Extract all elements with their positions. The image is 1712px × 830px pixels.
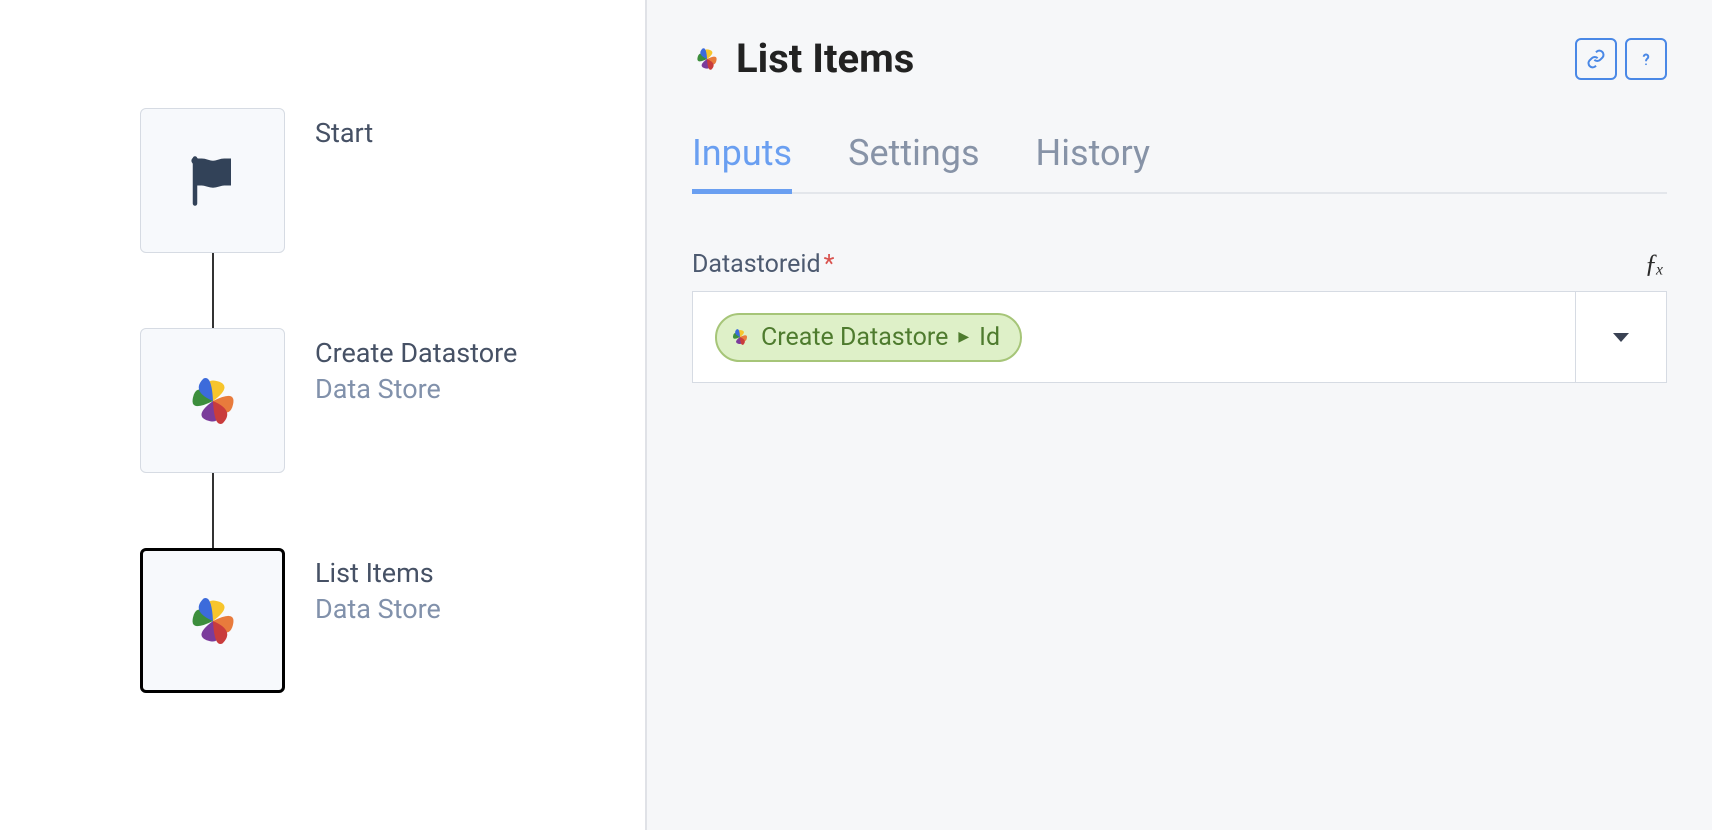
field-label-text: Datastoreid: [692, 250, 821, 279]
flag-icon: [183, 154, 243, 208]
link-icon: [1586, 49, 1606, 69]
details-panel: List Items Inputs Settings History: [645, 0, 1712, 830]
node-title: Create Datastore: [315, 336, 517, 371]
node-labels: List Items Data Store: [315, 548, 441, 625]
flow-node-start[interactable]: Start: [140, 108, 373, 253]
panel-header: List Items: [692, 35, 1667, 82]
tab-settings[interactable]: Settings: [848, 132, 979, 192]
panel-title: List Items: [736, 35, 914, 82]
chip-source: Create Datastore: [761, 323, 948, 352]
pinwheel-icon: [692, 44, 722, 74]
required-marker: *: [824, 250, 835, 279]
pinwheel-icon: [181, 369, 245, 433]
flow-canvas[interactable]: Start Create Datastore Data Store List I…: [0, 0, 645, 830]
link-button[interactable]: [1575, 38, 1617, 80]
pinwheel-icon: [729, 326, 751, 348]
tab-history[interactable]: History: [1036, 132, 1151, 192]
question-icon: [1637, 50, 1655, 68]
node-subtitle: Data Store: [315, 373, 517, 405]
panel-title-wrap: List Items: [692, 35, 914, 82]
tab-inputs[interactable]: Inputs: [692, 132, 792, 192]
dropdown-button[interactable]: [1575, 291, 1667, 383]
pinwheel-icon: [181, 589, 245, 653]
tabs: Inputs Settings History: [692, 132, 1667, 194]
node-labels: Start: [315, 108, 373, 151]
chip-field: Id: [979, 323, 1000, 352]
reference-chip[interactable]: Create Datastore ▶ Id: [715, 313, 1022, 362]
connector: [212, 473, 214, 548]
connector: [212, 253, 214, 328]
header-actions: [1575, 38, 1667, 80]
chevron-down-icon: [1613, 333, 1629, 342]
node-box-selected[interactable]: [140, 548, 285, 693]
field-label: Datastoreid*: [692, 250, 834, 279]
chevron-right-icon: ▶: [958, 329, 969, 345]
node-box[interactable]: [140, 108, 285, 253]
help-button[interactable]: [1625, 38, 1667, 80]
field-datastoreid: Datastoreid* ƒₓ Create Datastore ▶ Id: [692, 249, 1667, 383]
node-title: List Items: [315, 556, 441, 591]
fx-button[interactable]: ƒₓ: [1645, 249, 1663, 279]
datastoreid-input[interactable]: Create Datastore ▶ Id: [692, 291, 1575, 383]
input-row: Create Datastore ▶ Id: [692, 291, 1667, 383]
flow-node-list-items[interactable]: List Items Data Store: [140, 548, 441, 693]
flow-node-create-datastore[interactable]: Create Datastore Data Store: [140, 328, 517, 473]
node-box[interactable]: [140, 328, 285, 473]
node-labels: Create Datastore Data Store: [315, 328, 517, 405]
node-title: Start: [315, 116, 373, 151]
node-subtitle: Data Store: [315, 593, 441, 625]
